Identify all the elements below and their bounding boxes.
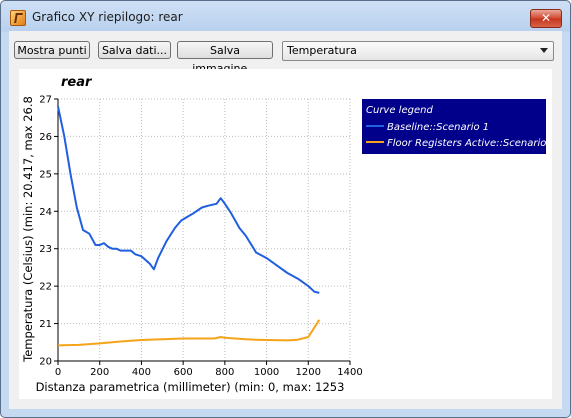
y-tick-label: 27 <box>39 95 52 106</box>
close-button[interactable]: ✕ <box>530 9 562 28</box>
show-points-button[interactable]: Mostra punti <box>14 41 90 59</box>
y-tick-label: 23 <box>39 244 52 255</box>
chart-window: Grafico XY riepilogo: rear ✕ Mostra punt… <box>0 0 571 418</box>
y-tick-label: 21 <box>39 319 52 330</box>
x-tick-label: 1400 <box>337 367 362 378</box>
grid-lines <box>57 98 351 362</box>
legend-label-baseline: Baseline::Scenario 1 <box>387 122 489 133</box>
axis-ticks: 0 200 400 600 800 1000 1200 1400 20 21 22 23 24 25 26 2… <box>39 95 362 379</box>
chevron-down-icon <box>540 48 548 53</box>
x-tick-label: 1000 <box>254 367 279 378</box>
xy-chart: 0 200 400 600 800 1000 1200 1400 20 21 22 23 24 25 26 2… <box>21 75 556 394</box>
legend: Curve legend Baseline::Scenario 1 Floor … <box>362 99 556 154</box>
quantity-select[interactable]: Temperatura <box>282 41 554 61</box>
save-data-button[interactable]: Salva dati... <box>98 41 171 59</box>
app-icon <box>10 10 26 26</box>
y-tick-label: 24 <box>39 207 52 218</box>
x-tick-label: 600 <box>174 367 193 378</box>
x-axis-label: Distanza parametrica (millimeter) (min: … <box>36 380 345 394</box>
y-axis-label: Temperatura (Celsius) (min: 20.417, max … <box>21 96 35 363</box>
y-tick-label: 22 <box>39 282 52 293</box>
x-tick-label: 800 <box>215 367 234 378</box>
window-title: Grafico XY riepilogo: rear <box>32 10 183 24</box>
y-tick-label: 20 <box>39 357 52 368</box>
quantity-select-value: Temperatura <box>287 44 357 57</box>
chart-title: rear <box>61 75 93 90</box>
series-group <box>57 106 321 347</box>
y-tick-label: 25 <box>39 169 52 180</box>
x-tick-label: 0 <box>55 367 61 378</box>
y-tick-label: 26 <box>39 132 52 143</box>
x-tick-label: 400 <box>132 367 151 378</box>
title-bar[interactable]: Grafico XY riepilogo: rear ✕ <box>1 1 570 31</box>
x-tick-label: 1200 <box>296 367 321 378</box>
save-image-button[interactable]: Salva immagine... <box>177 41 273 75</box>
legend-title: Curve legend <box>366 105 433 116</box>
legend-label-floor-registers: Floor Registers Active::Scenario 1 <box>387 138 552 149</box>
window-client-area: Mostra punti Salva dati... Salva immagin… <box>9 31 562 409</box>
x-tick-label: 200 <box>90 367 109 378</box>
plot-panel: 0 200 400 600 800 1000 1200 1400 20 21 22 23 24 25 26 2… <box>19 69 556 399</box>
series-line-0 <box>57 106 320 294</box>
